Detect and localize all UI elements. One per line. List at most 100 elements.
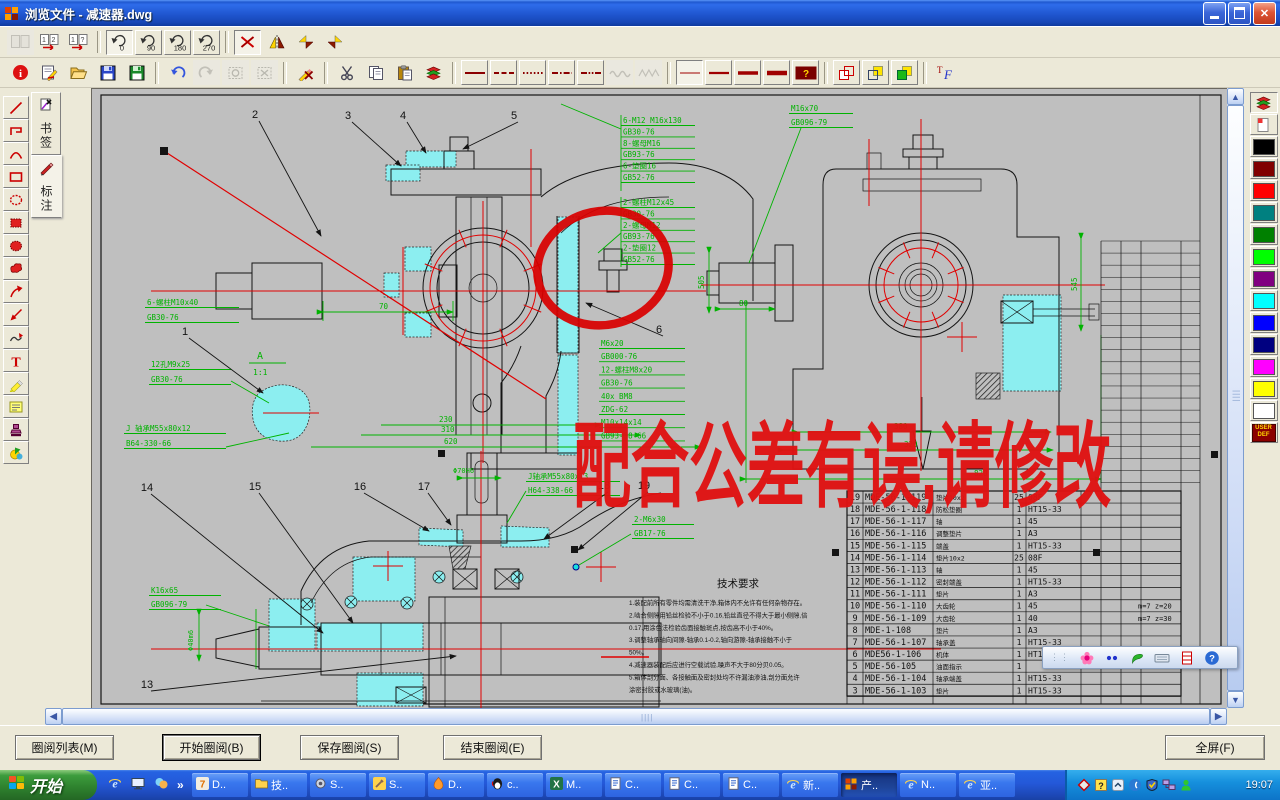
zoom-extents-button[interactable] [251,60,278,85]
ime-help-circle-icon[interactable]: ? [1204,650,1220,666]
color-swatch-00ff00[interactable] [1250,246,1278,267]
save-button[interactable] [94,60,121,85]
linewidth-2-button[interactable] [705,60,732,85]
redo-button[interactable] [193,60,220,85]
about-button[interactable]: i [7,60,34,85]
symbol-tool[interactable] [3,441,29,464]
flip-left-button[interactable] [292,30,319,55]
linestyle-dashdot-button[interactable] [548,60,575,85]
palette-layers-button[interactable] [1250,92,1278,113]
tray-paint-diamond-icon[interactable] [1077,778,1091,792]
cut-button[interactable] [333,60,360,85]
scroll-up-button[interactable]: ▲ [1227,88,1244,105]
freehand-tool[interactable] [3,326,29,349]
linestyle-dashdotdot-button[interactable] [577,60,604,85]
rotate-0-button[interactable]: 0 [106,30,133,55]
vertical-scroll-thumb[interactable]: |||| [1227,105,1244,691]
review-start-button[interactable]: 开始圈阅(B) [163,735,260,760]
taskbar-window-10[interactable]: C.. [723,773,779,797]
rotate-270-button[interactable]: 270 [193,30,220,55]
linewidth-4-button[interactable] [763,60,790,85]
note-tool[interactable] [3,395,29,418]
tray-network-icon[interactable] [1162,778,1176,792]
quick-launch-internet-explorer[interactable]: e [108,776,126,794]
linewidth-custom-button[interactable]: ? [792,60,819,85]
paste-button[interactable] [391,60,418,85]
mirror-off-button[interactable] [234,30,261,55]
scroll-right-button[interactable]: ▶ [1210,708,1227,725]
restore-button[interactable] [1228,2,1251,25]
color-swatch-ff0000[interactable] [1250,180,1278,201]
taskbar-window-11[interactable]: e新.. [782,773,838,797]
region-yellow-button[interactable] [862,60,889,85]
open-file-button[interactable] [65,60,92,85]
horizontal-scroll-thumb[interactable]: |||| [62,708,1210,725]
rotate-180-button[interactable]: 180 [164,30,191,55]
linestyle-dash-button[interactable] [490,60,517,85]
review-save-button[interactable]: 保存圈阅(S) [300,735,399,760]
palette-copy-region-button[interactable] [1250,114,1278,135]
edit-annotation-button[interactable] [36,60,63,85]
tab-bookmark[interactable]: 书签 [31,92,61,155]
taskbar-window-14[interactable]: e亚.. [959,773,1015,797]
ime-dots-icon[interactable] [1104,650,1120,666]
scroll-left-button[interactable]: ◀ [45,708,62,725]
filled-ellipse-tool[interactable] [3,234,29,257]
quick-launch-show-desktop[interactable] [131,776,149,794]
taskbar-window-3[interactable]: S.. [310,773,366,797]
erase-button[interactable] [292,60,319,85]
minimize-button[interactable] [1203,2,1226,25]
mirror-horizontal-button[interactable] [263,30,290,55]
zoom-window-button[interactable] [222,60,249,85]
taskbar-window-5[interactable]: D.. [428,773,484,797]
page-query-button[interactable]: 1? [65,30,92,55]
tab-annotate[interactable]: 标注 [31,155,62,218]
highlight-tool[interactable] [3,372,29,395]
tray-shield-icon[interactable] [1145,778,1159,792]
taskbar-window-12[interactable]: 产.. [841,773,897,797]
linestyle-solid-button[interactable] [461,60,488,85]
taskbar-window-7[interactable]: XM.. [546,773,602,797]
rotate-90-button[interactable]: 90 [135,30,162,55]
taskbar-window-2[interactable]: 技.. [251,773,307,797]
color-swatch-ffff00[interactable] [1250,378,1278,399]
horizontal-scrollbar[interactable]: ◀ |||| ▶ [45,708,1227,725]
quick-launch-messenger[interactable] [154,776,172,794]
linestyle-wave-button[interactable] [606,60,633,85]
save-as-button[interactable] [123,60,150,85]
review-end-button[interactable]: 结束圈阅(E) [443,735,542,760]
quick-launch-overflow[interactable]: » [177,778,184,792]
ime-drag-handle[interactable]: ⋮⋮ [1050,652,1070,663]
truetype-font-button[interactable]: TF [932,60,959,85]
color-swatch-008000[interactable] [1250,224,1278,245]
color-swatch-000000[interactable] [1250,136,1278,157]
color-swatch-800080[interactable] [1250,268,1278,289]
color-swatch-ff00ff[interactable] [1250,356,1278,377]
review-list-button[interactable]: 圈阅列表(M) [15,735,114,760]
ellipse-tool[interactable] [3,188,29,211]
color-swatch-008080[interactable] [1250,202,1278,223]
curve-arrow-tool[interactable] [3,280,29,303]
page-display-button[interactable] [7,30,34,55]
scroll-down-button[interactable]: ▼ [1227,691,1244,708]
flip-right-button[interactable] [321,30,348,55]
review-circle-annotation[interactable] [527,199,680,338]
cloud-tool[interactable] [3,257,29,280]
close-button[interactable]: ✕ [1253,2,1276,25]
rect-tool[interactable] [3,165,29,188]
taskbar-window-8[interactable]: C.. [605,773,661,797]
color-swatch-800000[interactable] [1250,158,1278,179]
vertical-scrollbar[interactable]: ▲ |||| ▼ [1227,88,1244,708]
linestyle-zigzag-button[interactable] [635,60,662,85]
region-green-button[interactable] [891,60,918,85]
review-stamp-text[interactable]: 配合公差有误,请修改 [573,415,1111,519]
stamp-tool[interactable] [3,418,29,441]
leader-tool[interactable] [3,303,29,326]
tray-ime-help-icon[interactable]: ? [1094,778,1108,792]
tray-user-green-icon[interactable] [1179,778,1193,792]
drawing-canvas[interactable]: 6-M12 M16x130GB30-768-螺母M16GB93-766-垫圈16… [91,88,1227,709]
user-defined-color-button[interactable]: USERDEF [1250,422,1278,443]
ime-grid-red-icon[interactable] [1179,650,1195,666]
tray-media-blue-icon[interactable] [1128,778,1142,792]
start-button[interactable]: 开始 [0,770,97,800]
